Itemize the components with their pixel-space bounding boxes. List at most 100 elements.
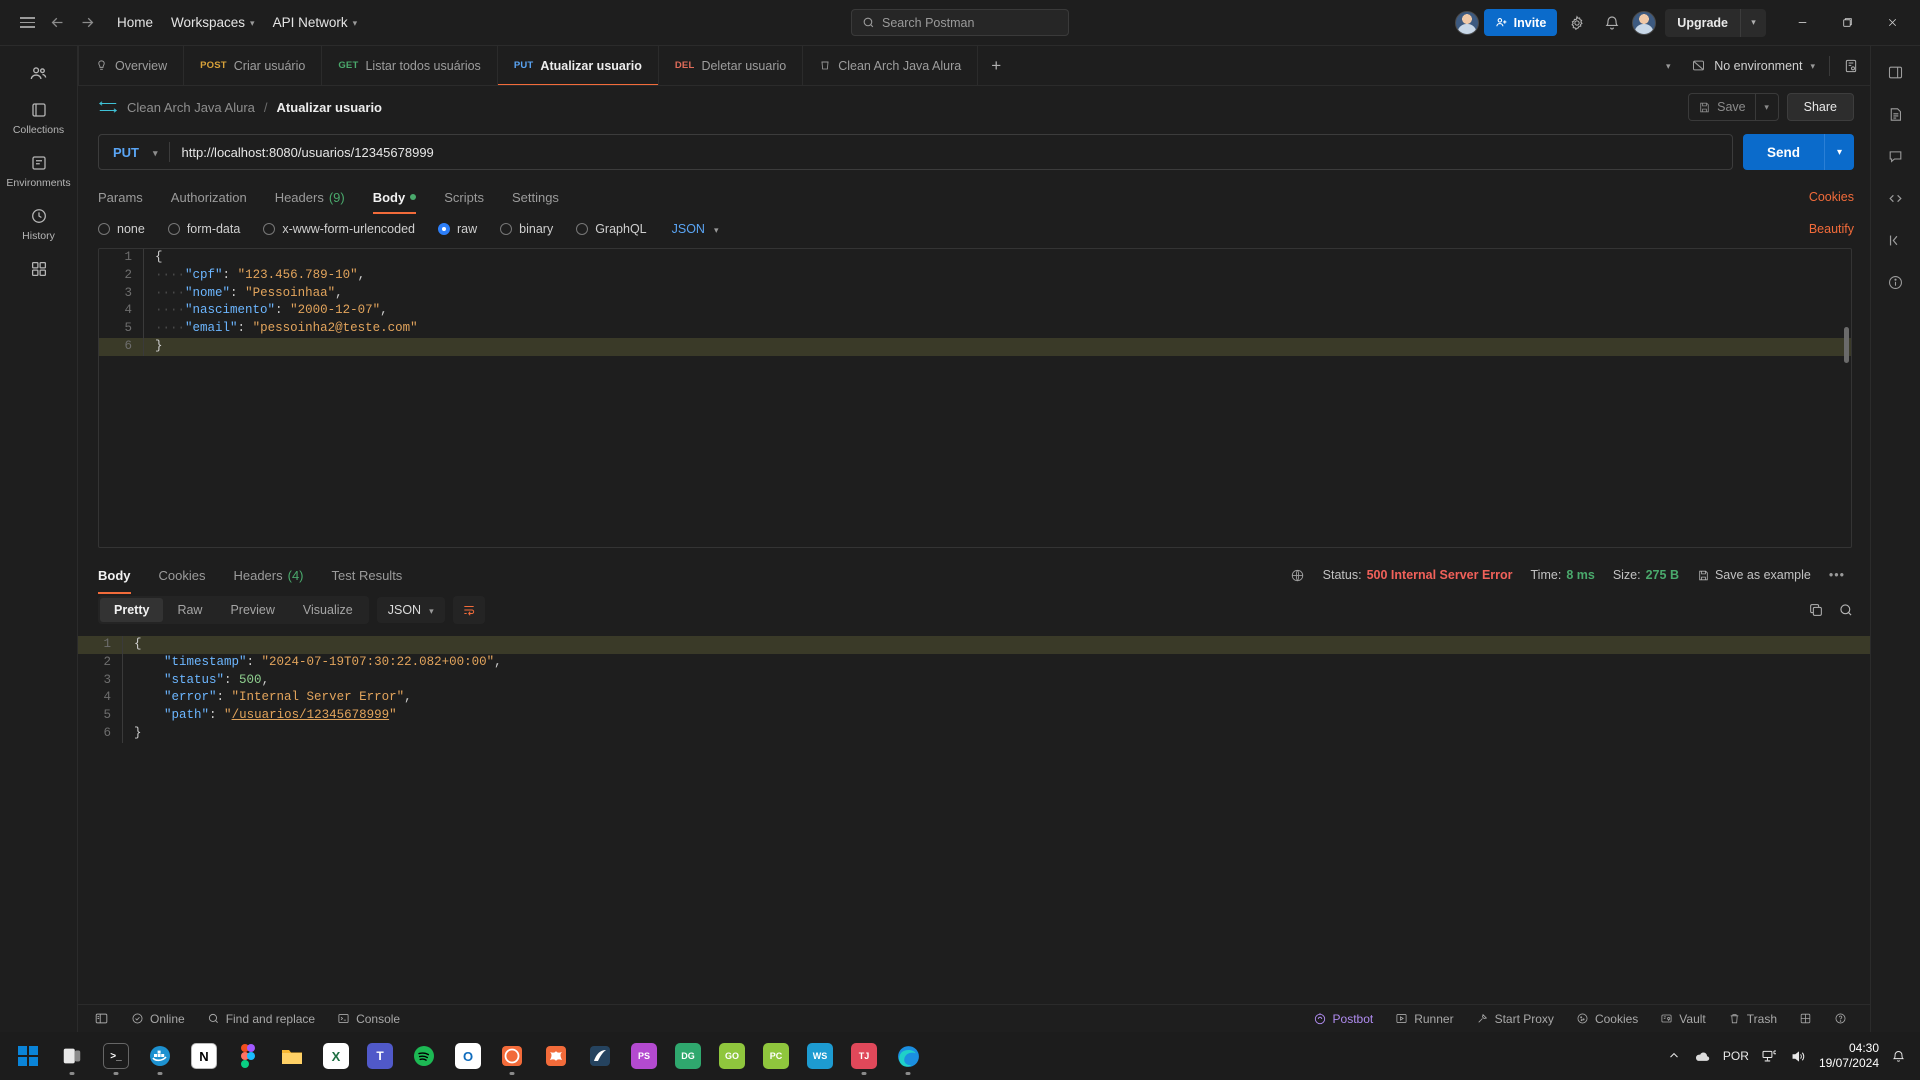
tab-criar-usuario[interactable]: POST Criar usuário bbox=[184, 46, 323, 85]
taskbar-go-course[interactable]: GO bbox=[712, 1036, 752, 1076]
taskbar-postman[interactable] bbox=[492, 1036, 532, 1076]
taskbar-teams[interactable]: T bbox=[360, 1036, 400, 1076]
search-input[interactable]: Search Postman bbox=[851, 9, 1069, 36]
forward-arrow-icon[interactable] bbox=[72, 8, 102, 38]
body-mode-urlencoded[interactable]: x-www-form-urlencoded bbox=[253, 222, 428, 236]
taskbar-excel[interactable]: X bbox=[316, 1036, 356, 1076]
language-indicator[interactable]: POR bbox=[1723, 1049, 1749, 1063]
taskbar-figma[interactable] bbox=[228, 1036, 268, 1076]
sidebar-item-apps[interactable] bbox=[6, 252, 72, 285]
user-avatar[interactable] bbox=[1632, 10, 1657, 35]
start-proxy-button[interactable]: Start Proxy bbox=[1465, 1008, 1565, 1030]
console-button[interactable]: Console bbox=[326, 1008, 411, 1030]
collapse-icon[interactable] bbox=[1879, 224, 1913, 256]
tab-deletar-usuario[interactable]: DEL Deletar usuario bbox=[659, 46, 804, 85]
tab-overview[interactable]: Overview bbox=[78, 46, 185, 85]
save-as-example-button[interactable]: Save as example bbox=[1688, 568, 1820, 582]
tab-body[interactable]: Body bbox=[359, 180, 431, 214]
taskbar-terminal[interactable]: >_ bbox=[96, 1036, 136, 1076]
response-tab-body[interactable]: Body bbox=[98, 556, 145, 594]
find-and-replace-button[interactable]: Find and replace bbox=[196, 1008, 326, 1030]
hamburger-icon[interactable] bbox=[12, 8, 42, 38]
cookies-button[interactable]: Cookies bbox=[1565, 1008, 1649, 1030]
close-icon[interactable] bbox=[1872, 0, 1912, 46]
send-button[interactable]: Send bbox=[1742, 134, 1824, 170]
gear-icon[interactable] bbox=[1562, 8, 1592, 38]
view-preview[interactable]: Preview bbox=[216, 598, 288, 622]
network-icon[interactable] bbox=[1761, 1049, 1778, 1064]
nav-home[interactable]: Home bbox=[108, 10, 162, 35]
body-mode-binary[interactable]: binary bbox=[490, 222, 566, 236]
code-snippet-icon[interactable] bbox=[1879, 182, 1913, 214]
vault-button[interactable]: Vault bbox=[1649, 1008, 1716, 1030]
upgrade-caret-icon[interactable]: ▾ bbox=[1740, 8, 1766, 37]
bell-icon[interactable] bbox=[1891, 1049, 1906, 1064]
toggle-sidebar-icon[interactable] bbox=[90, 1008, 120, 1030]
sidebar-panel-icon[interactable] bbox=[1879, 56, 1913, 88]
taskbar-task-view[interactable] bbox=[52, 1036, 92, 1076]
back-arrow-icon[interactable] bbox=[42, 8, 72, 38]
url-input[interactable]: http://localhost:8080/usuarios/123456789… bbox=[170, 145, 446, 160]
taskbar-obsidian[interactable] bbox=[536, 1036, 576, 1076]
status-online[interactable]: Online bbox=[120, 1008, 196, 1030]
nav-api-network[interactable]: API Network ▾ bbox=[264, 10, 367, 35]
more-options-icon[interactable]: ••• bbox=[1820, 568, 1854, 582]
volume-icon[interactable] bbox=[1790, 1049, 1807, 1064]
tab-params[interactable]: Params bbox=[98, 180, 157, 214]
nav-workspaces[interactable]: Workspaces ▾ bbox=[162, 10, 264, 35]
documentation-icon[interactable] bbox=[1879, 98, 1913, 130]
runner-button[interactable]: Runner bbox=[1384, 1008, 1464, 1030]
taskbar-tj-course[interactable]: TJ bbox=[844, 1036, 884, 1076]
sidebar-item-history[interactable]: History bbox=[6, 199, 72, 248]
taskbar-editor[interactable] bbox=[580, 1036, 620, 1076]
send-options-caret-icon[interactable]: ▾ bbox=[1824, 134, 1854, 170]
taskbar-pc-course[interactable]: PC bbox=[756, 1036, 796, 1076]
body-mode-graphql[interactable]: GraphQL bbox=[566, 222, 659, 236]
response-tab-cookies[interactable]: Cookies bbox=[145, 556, 220, 594]
sidebar-item-environments[interactable]: Environments bbox=[6, 146, 72, 195]
sidebar-item-home[interactable] bbox=[6, 56, 72, 89]
taskbar-docker[interactable] bbox=[140, 1036, 180, 1076]
word-wrap-icon[interactable] bbox=[452, 596, 485, 624]
postbot-button[interactable]: Postbot bbox=[1309, 1008, 1385, 1030]
tab-settings[interactable]: Settings bbox=[498, 180, 573, 214]
beautify-button[interactable]: Beautify bbox=[1809, 222, 1854, 236]
help-icon[interactable] bbox=[1823, 1008, 1858, 1030]
comments-icon[interactable] bbox=[1879, 140, 1913, 172]
taskbar-outlook[interactable]: O bbox=[448, 1036, 488, 1076]
minimize-icon[interactable] bbox=[1782, 0, 1822, 46]
taskbar-clock[interactable]: 04:30 19/07/2024 bbox=[1819, 1041, 1879, 1071]
tab-listar-usuarios[interactable]: GET Listar todos usuários bbox=[322, 46, 498, 85]
tab-scripts[interactable]: Scripts bbox=[430, 180, 498, 214]
taskbar-ws-course[interactable]: WS bbox=[800, 1036, 840, 1076]
tab-atualizar-usuario[interactable]: PUT Atualizar usuario bbox=[497, 46, 659, 85]
body-mode-form-data[interactable]: form-data bbox=[158, 222, 254, 236]
taskbar-spotify[interactable] bbox=[404, 1036, 444, 1076]
chevron-up-icon[interactable] bbox=[1667, 1049, 1681, 1063]
body-mode-raw[interactable]: raw bbox=[428, 222, 490, 236]
tab-authorization[interactable]: Authorization bbox=[157, 180, 261, 214]
method-selector[interactable]: PUT ▾ bbox=[99, 135, 169, 169]
share-button[interactable]: Share bbox=[1786, 93, 1854, 121]
view-raw[interactable]: Raw bbox=[163, 598, 216, 622]
cookies-link[interactable]: Cookies bbox=[1809, 190, 1854, 204]
onedrive-icon[interactable] bbox=[1693, 1049, 1711, 1063]
tab-collection-clean-arch[interactable]: Clean Arch Java Alura bbox=[803, 46, 979, 85]
response-tab-headers[interactable]: Headers (4) bbox=[219, 556, 317, 594]
sidebar-item-collections[interactable]: Collections bbox=[6, 93, 72, 142]
layout-icon[interactable] bbox=[1788, 1008, 1823, 1030]
taskbar-edge[interactable] bbox=[888, 1036, 928, 1076]
search-icon[interactable] bbox=[1838, 602, 1854, 618]
trash-button[interactable]: Trash bbox=[1717, 1008, 1788, 1030]
save-button[interactable]: Save bbox=[1688, 93, 1755, 121]
response-body-viewer[interactable]: 1{2 "timestamp": "2024-07-19T07:30:22.08… bbox=[78, 632, 1870, 1004]
environment-quick-look-icon[interactable] bbox=[1836, 51, 1866, 81]
view-pretty[interactable]: Pretty bbox=[100, 598, 164, 622]
body-mode-none[interactable]: none bbox=[98, 222, 158, 236]
breadcrumb-parent[interactable]: Clean Arch Java Alura bbox=[127, 100, 255, 115]
copy-icon[interactable] bbox=[1808, 602, 1824, 618]
body-format-selector[interactable]: JSON ▾ bbox=[672, 222, 719, 236]
taskbar-ps-course[interactable]: PS bbox=[624, 1036, 664, 1076]
tab-headers[interactable]: Headers (9) bbox=[261, 180, 359, 214]
environment-selector[interactable]: No environment ▾ bbox=[1683, 53, 1823, 78]
